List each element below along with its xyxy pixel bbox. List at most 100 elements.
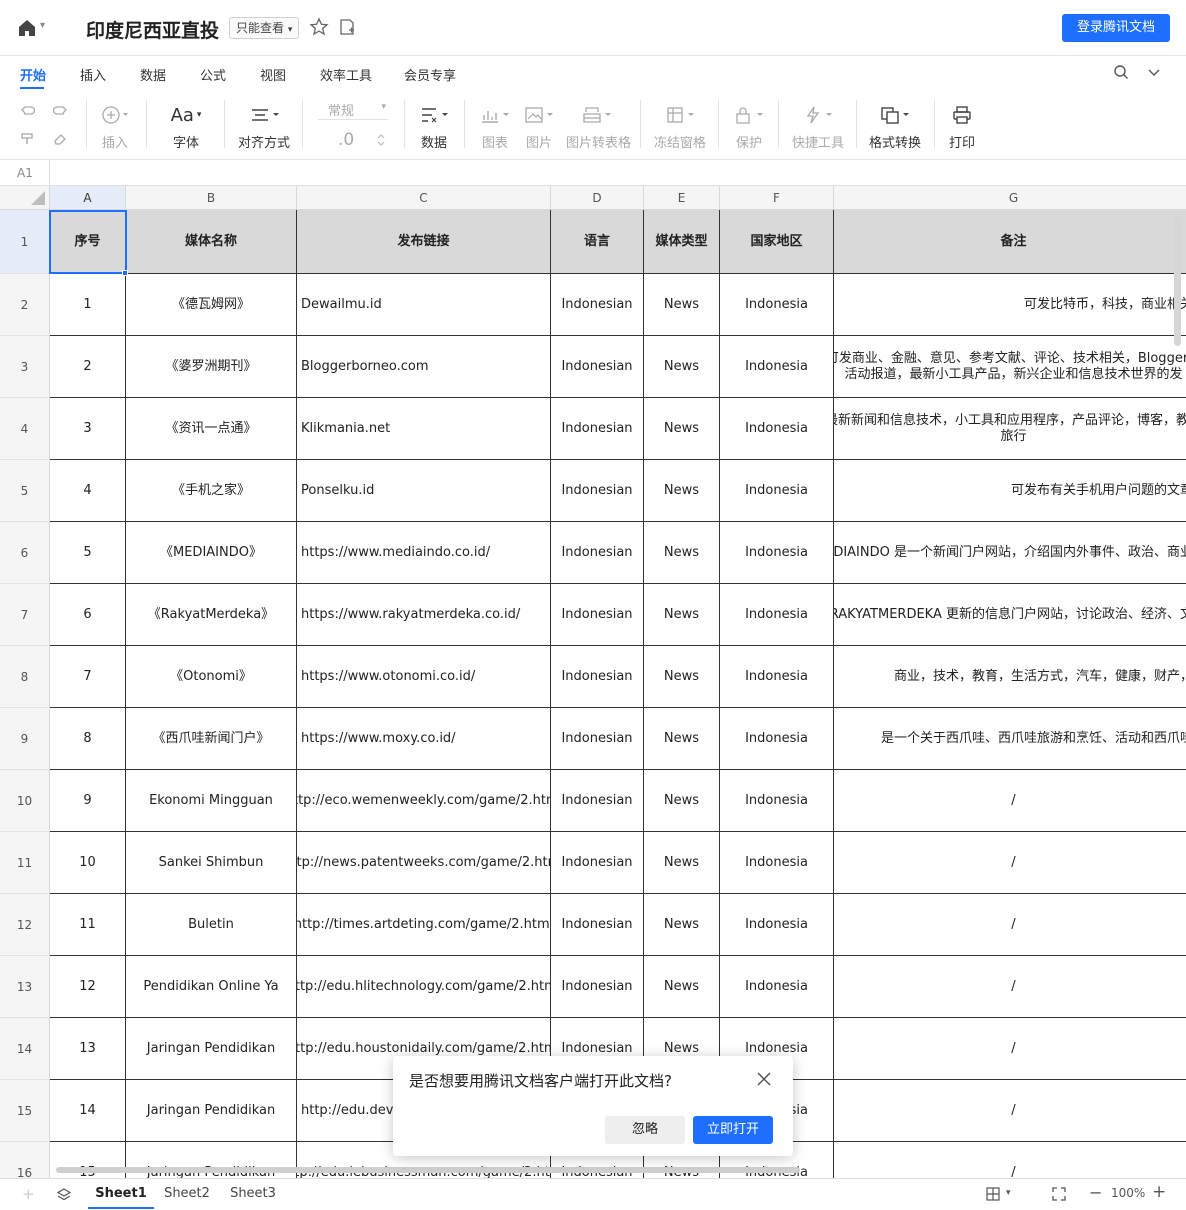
protect-tool[interactable]: 保护: [732, 102, 766, 151]
cell-seq-no[interactable]: 5: [50, 522, 126, 584]
cell-seq-no[interactable]: 14: [50, 1080, 126, 1142]
chevron-down-icon[interactable]: [1147, 66, 1161, 80]
cell-media-type[interactable]: News: [644, 336, 720, 398]
image-to-table-tool[interactable]: 图片转表格: [566, 102, 631, 151]
chart-tool[interactable]: 图表: [478, 102, 512, 151]
decimal-value[interactable]: .0: [338, 130, 354, 150]
cell-country[interactable]: Indonesia: [720, 274, 834, 336]
cell-country[interactable]: Indonesia: [720, 832, 834, 894]
cell-media-name[interactable]: Jaringan Pendidikan: [126, 1018, 297, 1080]
cell-publish-link[interactable]: https://www.rakyatmerdeka.co.id/: [297, 584, 551, 646]
row-header-5[interactable]: 5: [0, 460, 50, 522]
cell-media-type[interactable]: News: [644, 522, 720, 584]
cell-media-type[interactable]: News: [644, 584, 720, 646]
read-only-badge[interactable]: 只能查看 ▾: [229, 17, 300, 39]
cell-media-name[interactable]: Ekonomi Mingguan: [126, 770, 297, 832]
row-header-13[interactable]: 13: [0, 956, 50, 1018]
cell-country[interactable]: Indonesia: [720, 894, 834, 956]
eraser-icon[interactable]: [52, 132, 68, 146]
format-painter-icon[interactable]: [20, 132, 36, 146]
cell-media-type[interactable]: News: [644, 398, 720, 460]
home-caret-icon[interactable]: ▾: [40, 20, 45, 31]
row-header-8[interactable]: 8: [0, 646, 50, 708]
cell-language[interactable]: Indonesian: [551, 274, 644, 336]
cell-seq-no[interactable]: 10: [50, 832, 126, 894]
header-cell-media-type[interactable]: 媒体类型: [644, 210, 720, 274]
cell-remark[interactable]: 商业，技术，教育，生活方式，汽车，健康，财产，: [834, 646, 1186, 708]
quick-tools[interactable]: 快捷工具: [792, 102, 844, 151]
cell-remark[interactable]: /: [834, 770, 1186, 832]
select-all-corner[interactable]: [0, 186, 50, 210]
cell-language[interactable]: Indonesian: [551, 770, 644, 832]
number-format-select[interactable]: 常规 ▾: [318, 100, 388, 120]
row-header-14[interactable]: 14: [0, 1018, 50, 1080]
cell-remark[interactable]: /: [834, 1080, 1186, 1142]
stepper-icon[interactable]: [376, 132, 386, 148]
cell-country[interactable]: Indonesia: [720, 770, 834, 832]
cell-country[interactable]: Indonesia: [720, 708, 834, 770]
cell-media-type[interactable]: News: [644, 894, 720, 956]
cell-media-name[interactable]: Sankei Shimbun: [126, 832, 297, 894]
menu-member[interactable]: 会员专享: [404, 65, 456, 84]
cell-media-name[interactable]: 《资讯一点通》: [126, 398, 297, 460]
column-header-c[interactable]: C: [297, 186, 551, 210]
cell-media-name[interactable]: 《西爪哇新闻门户》: [126, 708, 297, 770]
redo-icon[interactable]: [52, 104, 68, 118]
cell-media-name[interactable]: 《婆罗洲期刊》: [126, 336, 297, 398]
cell-country[interactable]: Indonesia: [720, 956, 834, 1018]
cell-publish-link[interactable]: https://www.mediaindo.co.id/: [297, 522, 551, 584]
search-icon[interactable]: [1113, 64, 1129, 80]
cell-remark[interactable]: /: [834, 832, 1186, 894]
login-button[interactable]: 登录腾讯文档: [1062, 14, 1170, 42]
cell-country[interactable]: Indonesia: [720, 460, 834, 522]
cell-language[interactable]: Indonesian: [551, 956, 644, 1018]
sheet-tab-3[interactable]: Sheet3: [220, 1179, 286, 1209]
cell-seq-no[interactable]: 3: [50, 398, 126, 460]
cell-seq-no[interactable]: 7: [50, 646, 126, 708]
cell-language[interactable]: Indonesian: [551, 398, 644, 460]
freeze-tool[interactable]: 冻结窗格: [654, 102, 706, 151]
home-icon[interactable]: [16, 17, 38, 39]
cell-media-name[interactable]: Pendidikan Online Ya: [126, 956, 297, 1018]
cell-seq-no[interactable]: 11: [50, 894, 126, 956]
cell-remark[interactable]: /: [834, 956, 1186, 1018]
cell-remark[interactable]: /: [834, 1018, 1186, 1080]
row-header-2[interactable]: 2: [0, 274, 50, 336]
open-now-button[interactable]: 立即打开: [693, 1116, 773, 1144]
header-cell-remark[interactable]: 备注: [834, 210, 1186, 274]
column-header-b[interactable]: B: [126, 186, 297, 210]
cell-media-name[interactable]: 《MEDIAINDO》: [126, 522, 297, 584]
menu-data[interactable]: 数据: [140, 65, 166, 84]
menu-view[interactable]: 视图: [260, 65, 286, 84]
cell-remark[interactable]: 可发布有关手机用户问题的文章: [834, 460, 1186, 522]
cell-media-type[interactable]: News: [644, 460, 720, 522]
view-grid-icon[interactable]: [986, 1187, 1000, 1201]
cell-publish-link[interactable]: http://times.artdeting.com/game/2.html: [297, 894, 551, 956]
add-sheet-icon[interactable]: +: [22, 1185, 35, 1203]
cell-language[interactable]: Indonesian: [551, 832, 644, 894]
cell-seq-no[interactable]: 13: [50, 1018, 126, 1080]
cell-publish-link[interactable]: https://www.moxy.co.id/: [297, 708, 551, 770]
cell-language[interactable]: Indonesian: [551, 584, 644, 646]
cell-seq-no[interactable]: 2: [50, 336, 126, 398]
cell-seq-no[interactable]: 1: [50, 274, 126, 336]
cell-language[interactable]: Indonesian: [551, 336, 644, 398]
cell-country[interactable]: Indonesia: [720, 336, 834, 398]
cell-publish-link[interactable]: Ponselku.id: [297, 460, 551, 522]
horizontal-scrollbar[interactable]: [56, 1167, 800, 1173]
cell-publish-link[interactable]: http://eco.wemenweekly.com/game/2.html: [297, 770, 551, 832]
cell-country[interactable]: Indonesia: [720, 522, 834, 584]
cell-country[interactable]: Indonesia: [720, 398, 834, 460]
cell-media-type[interactable]: News: [644, 274, 720, 336]
align-tool[interactable]: 对齐方式: [238, 102, 290, 151]
cell-media-name[interactable]: 《RakyatMerdeka》: [126, 584, 297, 646]
cell-publish-link[interactable]: https://www.otonomi.co.id/: [297, 646, 551, 708]
cell-country[interactable]: Indonesia: [720, 646, 834, 708]
format-convert-tool[interactable]: 格式转换: [868, 102, 922, 151]
cell-media-type[interactable]: News: [644, 956, 720, 1018]
column-header-g[interactable]: G: [834, 186, 1186, 210]
menu-efficiency-tools[interactable]: 效率工具: [320, 65, 372, 84]
cell-reference[interactable]: A1: [0, 160, 50, 186]
cell-media-name[interactable]: Jaringan Pendidikan: [126, 1080, 297, 1142]
cell-media-name[interactable]: Buletin: [126, 894, 297, 956]
